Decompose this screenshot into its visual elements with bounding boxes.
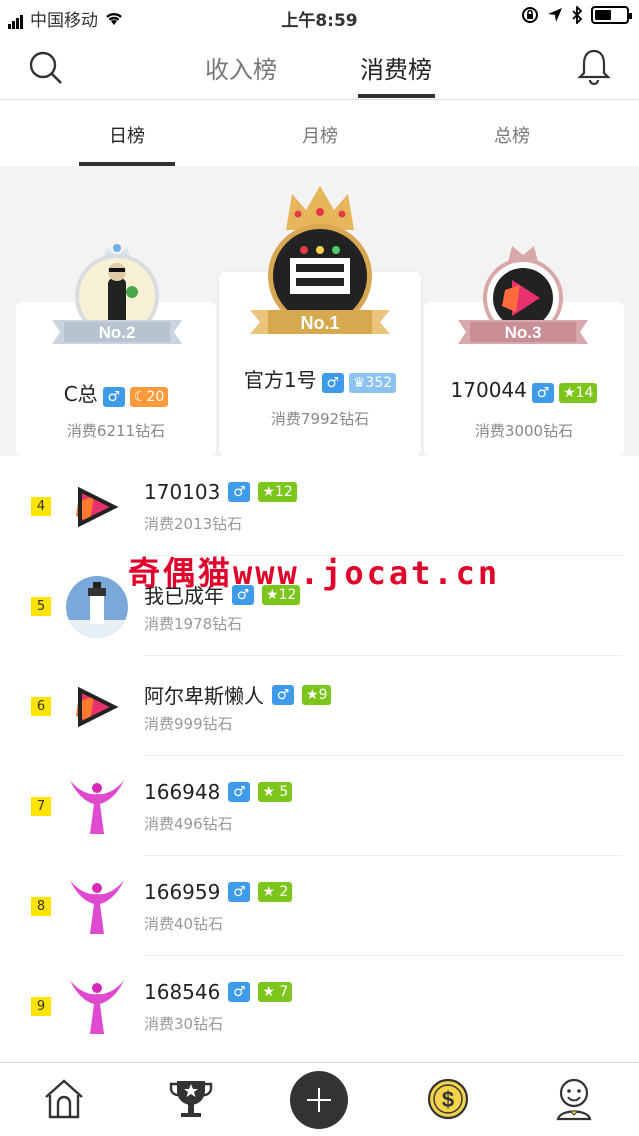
top-nav: 收入榜 消费榜 <box>0 34 639 100</box>
gender-icon: ♂ <box>531 382 554 403</box>
svg-text:$: $ <box>442 1087 454 1112</box>
podium-2-avatar[interactable]: No.2 <box>44 240 190 358</box>
lock-rotation-icon <box>522 7 538 23</box>
podium-1-avatar[interactable]: No.1 <box>246 184 394 338</box>
gender-icon: ♂ <box>228 782 251 802</box>
user-name: 166959 <box>144 880 221 904</box>
spent-amount: 消费2013钻石 <box>144 515 243 533</box>
gender-icon: ♂ <box>228 882 251 902</box>
bluetooth-icon <box>572 6 583 24</box>
level-badge: ★ 2 <box>258 882 293 902</box>
podium-3-rank: No.3 <box>505 323 542 342</box>
podium-1-spent: 消费7992钻石 <box>270 410 370 428</box>
list-item[interactable]: 8 166959 ♂ ★ 2 消费40钻石 <box>0 856 639 956</box>
level-value: 5 <box>279 784 289 800</box>
user-name: 阿尔卑斯懒人 <box>144 684 264 708</box>
row-name-line: 166948 ♂ ★ 5 <box>144 780 293 804</box>
status-bar: 中国移动 上午8:59 <box>0 0 639 34</box>
list-item[interactable]: 9 168546 ♂ ★ 7 消费30钻石 <box>0 956 639 1056</box>
plus-icon <box>307 1088 331 1112</box>
list-item[interactable]: 4 170103 ♂ ★12 消费2013钻石 <box>0 456 639 556</box>
list-item[interactable]: 7 166948 ♂ ★ 5 消费496钻石 <box>0 756 639 856</box>
tab-monthly[interactable]: 月榜 <box>270 122 370 148</box>
avatar <box>66 576 128 638</box>
bottom-tab-bar: $ <box>0 1062 639 1136</box>
gender-icon: ♂ <box>272 684 294 705</box>
user-name: 166948 <box>144 780 221 804</box>
user-name: 168546 <box>144 980 221 1004</box>
row-name-line: 166959 ♂ ★ 2 <box>144 880 293 904</box>
podium-1-rank: No.1 <box>300 313 339 333</box>
rank-badge: 4 <box>31 497 51 516</box>
trophy-icon[interactable] <box>167 1075 215 1123</box>
rank-badge: 9 <box>31 997 51 1016</box>
list-item[interactable]: 6 阿尔卑斯懒人 ♂ ★9 消费999钻石 <box>0 656 639 756</box>
level-value: 12 <box>274 484 293 500</box>
battery-icon <box>591 6 632 24</box>
rank-badge: 5 <box>31 597 51 616</box>
avatar <box>76 686 119 728</box>
ranking-list: 4 170103 ♂ ★12 消费2013钻石 5 我已成年 ♂ ★12 消费1… <box>0 456 639 1062</box>
spent-amount: 消费30钻石 <box>144 1015 224 1033</box>
level-badge: ☾20 <box>129 386 169 407</box>
row-name-line: 阿尔卑斯懒人 ♂ ★9 <box>144 680 332 709</box>
avatar <box>76 486 119 528</box>
period-tabs: 日榜 月榜 总榜 <box>0 100 639 166</box>
rank-badge: 8 <box>31 897 51 916</box>
podium-2-rank: No.2 <box>99 323 136 342</box>
spent-amount: 消费40钻石 <box>144 915 224 933</box>
level-badge: ★14 <box>559 382 598 403</box>
tab-total[interactable]: 总榜 <box>462 122 562 148</box>
level-value: 14 <box>575 384 594 401</box>
level-badge: ★9 <box>302 684 332 705</box>
level-value: 352 <box>365 374 393 391</box>
avatar <box>70 780 124 834</box>
tab-indicator <box>358 94 435 98</box>
top-three-podium: C总 ♂ ☾20 消费6211钻石 170044 ♂ ★14 消费3000钻石 … <box>0 166 639 456</box>
podium-3-avatar[interactable]: No.3 <box>450 240 596 358</box>
podium-2-name-row: C总 ♂ ☾20 <box>16 378 216 407</box>
level-badge: ★ 5 <box>258 782 293 802</box>
dollar-coin-icon[interactable]: $ <box>424 1075 472 1123</box>
level-badge: ★12 <box>258 482 297 502</box>
level-value: 9 <box>318 686 328 703</box>
tab-spending[interactable]: 消费榜 <box>360 50 432 85</box>
profile-icon[interactable] <box>550 1075 598 1123</box>
row-name-line: 170103 ♂ ★12 <box>144 480 297 504</box>
gender-icon: ♂ <box>321 372 344 393</box>
home-icon[interactable] <box>40 1075 88 1123</box>
gender-icon: ♂ <box>102 386 125 407</box>
podium-1-name: 官方1号 <box>243 368 317 392</box>
user-name: 170103 <box>144 480 221 504</box>
rank-badge: 6 <box>31 697 51 716</box>
rank-badge: 7 <box>31 797 51 816</box>
avatar <box>70 980 124 1034</box>
spent-amount: 消费999钻石 <box>144 715 233 733</box>
location-icon <box>548 8 562 22</box>
spent-amount: 消费496钻石 <box>144 815 233 833</box>
podium-1-name-row: 官方1号 ♂ ♛352 <box>219 364 421 393</box>
row-name-line: 168546 ♂ ★ 7 <box>144 980 293 1004</box>
spent-amount: 消费1978钻石 <box>144 615 243 633</box>
bell-icon[interactable] <box>574 46 614 86</box>
podium-3-spent: 消费3000钻石 <box>474 422 574 440</box>
podium-2-name: C总 <box>63 382 98 406</box>
tab-daily[interactable]: 日榜 <box>77 122 177 148</box>
gender-icon: ♂ <box>228 482 251 502</box>
podium-2-spent: 消费6211钻石 <box>66 422 166 440</box>
level-value: 20 <box>146 388 165 405</box>
podium-3-name: 170044 <box>450 378 527 402</box>
level-badge: ★ 7 <box>258 982 293 1002</box>
level-value: 7 <box>279 984 289 1000</box>
level-value: 2 <box>279 884 289 900</box>
status-right <box>521 6 632 24</box>
gender-icon: ♂ <box>228 982 251 1002</box>
podium-3-name-row: 170044 ♂ ★14 <box>424 378 624 403</box>
watermark: 奇偶猫www.jocat.cn <box>128 554 501 592</box>
search-icon[interactable] <box>26 48 66 88</box>
add-button[interactable] <box>290 1071 348 1129</box>
avatar <box>70 880 124 934</box>
tab-income[interactable]: 收入榜 <box>205 50 277 85</box>
level-badge: ♛352 <box>348 372 397 393</box>
